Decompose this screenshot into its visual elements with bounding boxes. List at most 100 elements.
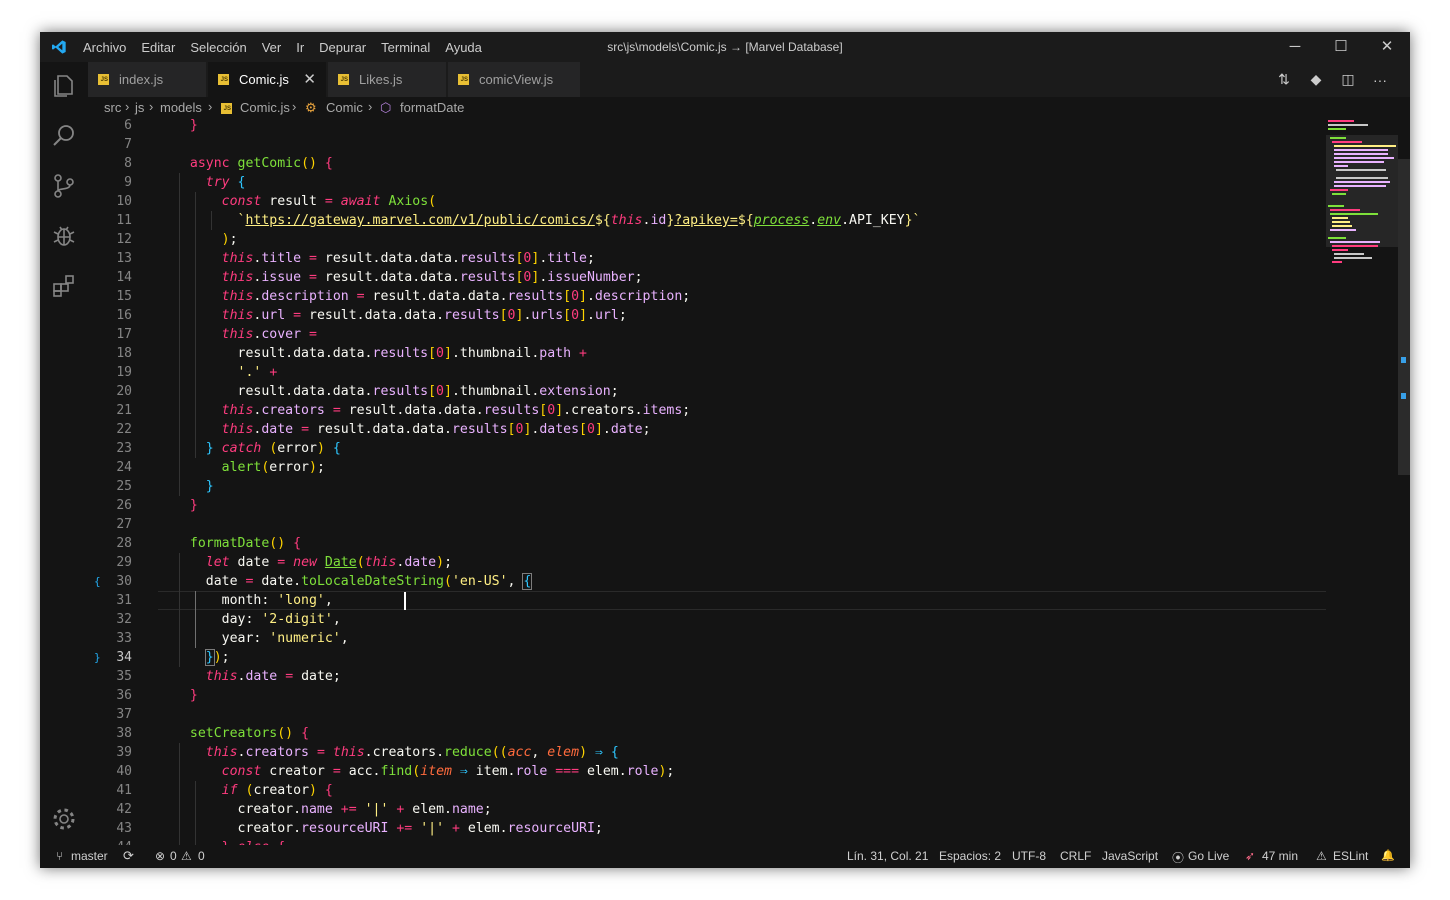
- line-number: 7: [124, 137, 132, 152]
- menu-terminal[interactable]: Terminal: [381, 40, 430, 55]
- code-line: day: '2-digit',: [174, 612, 341, 627]
- minimap-line: [1330, 241, 1380, 243]
- menu-ayuda[interactable]: Ayuda: [445, 40, 482, 55]
- warning-count[interactable]: 0: [198, 849, 205, 863]
- minimap[interactable]: [1326, 119, 1398, 845]
- tab-index-js[interactable]: JS index.js: [88, 62, 206, 97]
- breadcrumb-src[interactable]: src: [104, 100, 121, 115]
- line-number: 8: [124, 156, 132, 171]
- breadcrumb-js[interactable]: js: [135, 100, 144, 115]
- sync-icon[interactable]: ⟳: [123, 848, 134, 864]
- split-editor-icon[interactable]: ◫: [1332, 71, 1364, 88]
- tab-likes-js[interactable]: JS Likes.js: [328, 62, 446, 97]
- code-line: }: [189, 498, 198, 513]
- breadcrumb-separator: ›: [368, 99, 373, 114]
- minimize-button[interactable]: ─: [1272, 32, 1318, 62]
- minimap-line: [1328, 205, 1344, 207]
- code-line: });: [204, 649, 230, 666]
- line-number: 10: [116, 194, 132, 209]
- code-line: );: [221, 232, 238, 247]
- explorer-icon[interactable]: [50, 72, 78, 100]
- code-editor[interactable]: 6 7 8 9 10 11 12 13 14 15 16 17 18 19 20…: [88, 119, 1410, 845]
- line-ending[interactable]: CRLF: [1060, 849, 1091, 863]
- class-icon: ⚙: [305, 100, 317, 115]
- line-number: 14: [116, 270, 132, 285]
- breadcrumb-models[interactable]: models: [160, 100, 202, 115]
- notifications-bell-icon[interactable]: 🔔: [1381, 849, 1395, 862]
- minimap-line: [1334, 161, 1384, 163]
- menu-editar[interactable]: Editar: [141, 40, 175, 55]
- more-icon[interactable]: ···: [1364, 72, 1396, 88]
- code-line: result.data.data.results[0].thumbnail.pa…: [174, 346, 587, 361]
- close-window-button[interactable]: ✕: [1364, 32, 1410, 62]
- encoding[interactable]: UTF-8: [1012, 849, 1046, 863]
- scrollbar-thumb[interactable]: [1398, 159, 1410, 475]
- minimap-line: [1330, 229, 1356, 231]
- line-number: 6: [124, 119, 132, 133]
- minimap-line: [1334, 253, 1364, 255]
- menu-archivo[interactable]: Archivo: [83, 40, 126, 55]
- line-number: 28: [116, 536, 132, 551]
- vscode-logo-icon: [52, 40, 66, 54]
- line-number: 29: [116, 555, 132, 570]
- status-bar: ⑂ master ⟳ ⊗ 0 ⚠ 0 Lín. 31, Col. 21 Espa…: [40, 845, 1410, 868]
- code-line: this.date = result.data.data.results[0].…: [221, 422, 651, 437]
- code-line: }: [189, 119, 198, 133]
- line-number: 42: [116, 802, 132, 817]
- menu-seleccion[interactable]: Selección: [190, 40, 246, 55]
- minimap-line: [1328, 124, 1368, 126]
- breadcrumb-comic[interactable]: Comic: [326, 100, 363, 115]
- menu-depurar[interactable]: Depurar: [319, 40, 366, 55]
- tab-comicview-js[interactable]: JS comicView.js: [448, 62, 580, 97]
- tab-label: Comic.js: [239, 72, 289, 87]
- js-file-icon: JS: [98, 74, 109, 85]
- error-count[interactable]: 0: [170, 849, 177, 863]
- eslint-status[interactable]: ESLint: [1333, 849, 1368, 863]
- search-icon[interactable]: [50, 122, 78, 150]
- editor-tabs: JS index.js JS Comic.js ✕ JS Likes.js JS…: [88, 62, 1410, 97]
- line-number: 21: [116, 403, 132, 418]
- cursor-position[interactable]: Lín. 31, Col. 21: [847, 849, 928, 863]
- code-area[interactable]: } async getComic() { try { const result …: [158, 119, 1326, 845]
- vertical-scrollbar[interactable]: [1398, 119, 1410, 845]
- branch-name[interactable]: master: [71, 849, 108, 863]
- breadcrumb-comic-js[interactable]: Comic.js: [240, 100, 290, 115]
- code-line: let date = new Date(this.date);: [205, 555, 453, 570]
- broadcast-icon: ⦿: [1172, 851, 1185, 865]
- tab-comic-js[interactable]: JS Comic.js ✕: [208, 62, 326, 97]
- debug-icon[interactable]: [50, 222, 78, 250]
- time-tracker[interactable]: 47 min: [1262, 849, 1298, 863]
- line-number: 40: [116, 764, 132, 779]
- close-tab-icon[interactable]: ✕: [303, 70, 316, 88]
- menu-ver[interactable]: Ver: [262, 40, 282, 55]
- warning-icon[interactable]: ⚠: [181, 849, 192, 863]
- settings-gear-icon[interactable]: [50, 805, 78, 833]
- errors-icon[interactable]: ⊗: [155, 849, 165, 863]
- code-line: }: [189, 688, 198, 703]
- code-line: this.title = result.data.data.results[0]…: [221, 251, 595, 266]
- git-icon[interactable]: ◆: [1300, 71, 1332, 88]
- extensions-icon[interactable]: [50, 272, 78, 300]
- scrollbar-marker: [1401, 393, 1406, 399]
- line-number: 12: [116, 232, 132, 247]
- code-line: this.url = result.data.data.results[0].u…: [221, 308, 627, 323]
- minimap-line: [1334, 257, 1372, 259]
- indentation[interactable]: Espacios: 2: [939, 849, 1001, 863]
- minimap-line: [1330, 137, 1346, 139]
- code-line: async getComic() {: [189, 156, 333, 171]
- source-control-icon[interactable]: [50, 172, 78, 200]
- menu-ir[interactable]: Ir: [296, 40, 304, 55]
- language-mode[interactable]: JavaScript: [1102, 849, 1158, 863]
- compare-changes-icon[interactable]: ⇅: [1268, 71, 1300, 88]
- code-line: this.issue = result.data.data.results[0]…: [221, 270, 643, 285]
- activity-bar: [40, 62, 88, 845]
- rocket-icon: ➶: [1245, 849, 1256, 863]
- line-number: 44: [88, 838, 132, 845]
- line-number: 13: [116, 251, 132, 266]
- minimap-line: [1328, 237, 1346, 239]
- breadcrumb-formatdate[interactable]: formatDate: [400, 100, 464, 115]
- go-live-button[interactable]: Go Live: [1188, 849, 1229, 863]
- js-file-icon: JS: [458, 74, 469, 85]
- eslint-warning-icon: ⚠: [1316, 849, 1327, 863]
- maximize-button[interactable]: ☐: [1318, 32, 1364, 62]
